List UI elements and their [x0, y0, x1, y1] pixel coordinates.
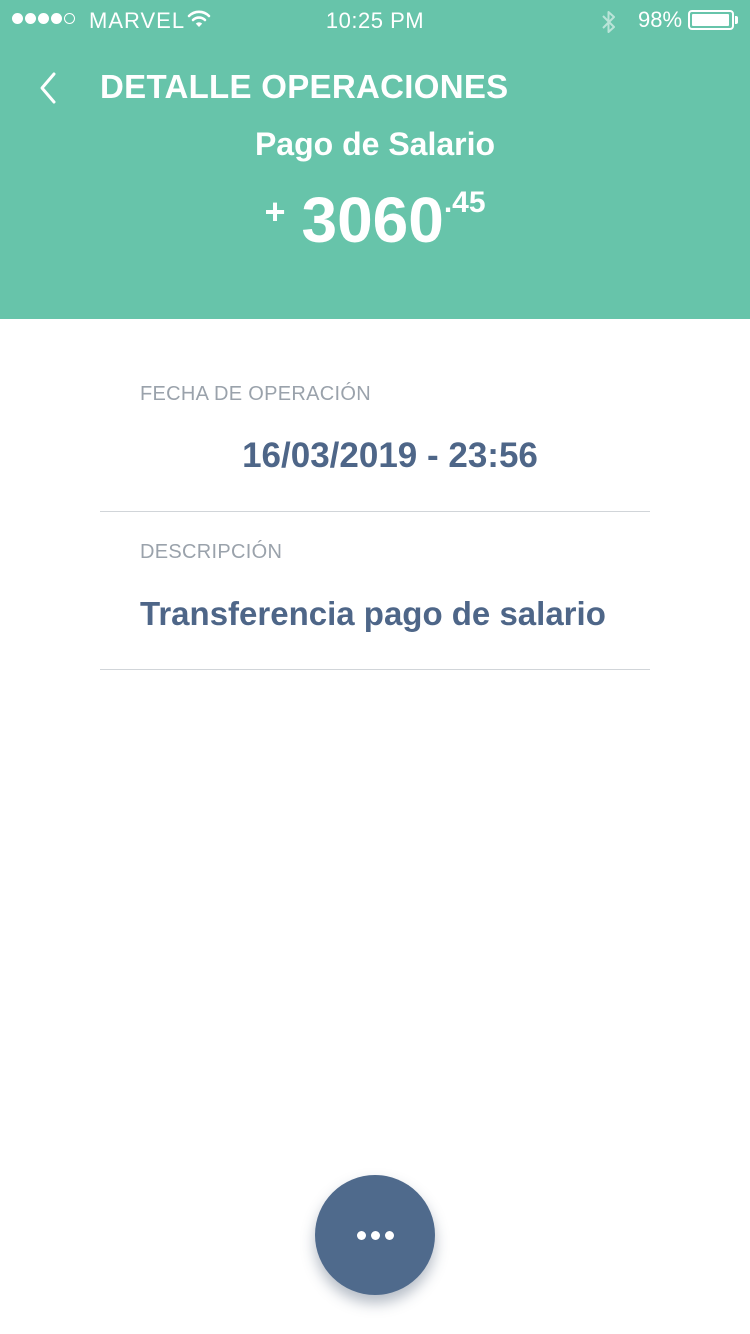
more-dot-icon — [356, 1230, 366, 1240]
divider — [100, 669, 650, 670]
more-dot-icon — [384, 1230, 394, 1240]
amount-sign: + — [264, 191, 286, 232]
description-value: Transferencia pago de salario — [140, 595, 606, 632]
date-label: FECHA DE OPERACIÓN — [140, 383, 371, 405]
more-dot-icon — [370, 1230, 380, 1240]
description-label: DESCRIPCIÓN — [140, 541, 283, 563]
amount-integer: 3060 — [301, 184, 444, 256]
battery-level — [692, 14, 730, 26]
back-chevron-icon[interactable] — [34, 70, 64, 106]
bluetooth-icon — [599, 9, 619, 41]
battery-cap — [735, 16, 738, 24]
more-options-button[interactable] — [315, 1175, 435, 1295]
date-value: 16/03/2019 - 23:56 — [242, 436, 538, 475]
battery-icon — [688, 10, 734, 30]
screen-title: DETALLE OPERACIONES — [100, 68, 509, 105]
header-banner: MARVEL 10:25 PM 98% DETALLE OPERACIONES … — [0, 0, 750, 319]
amount-decimal: .45 — [443, 186, 486, 219]
status-bar: MARVEL 10:25 PM 98% — [0, 0, 750, 40]
operation-name: Pago de Salario — [254, 126, 496, 162]
operation-amount: +3060.45 — [0, 180, 750, 260]
battery-percent: 98% — [638, 7, 683, 32]
divider — [100, 511, 650, 512]
